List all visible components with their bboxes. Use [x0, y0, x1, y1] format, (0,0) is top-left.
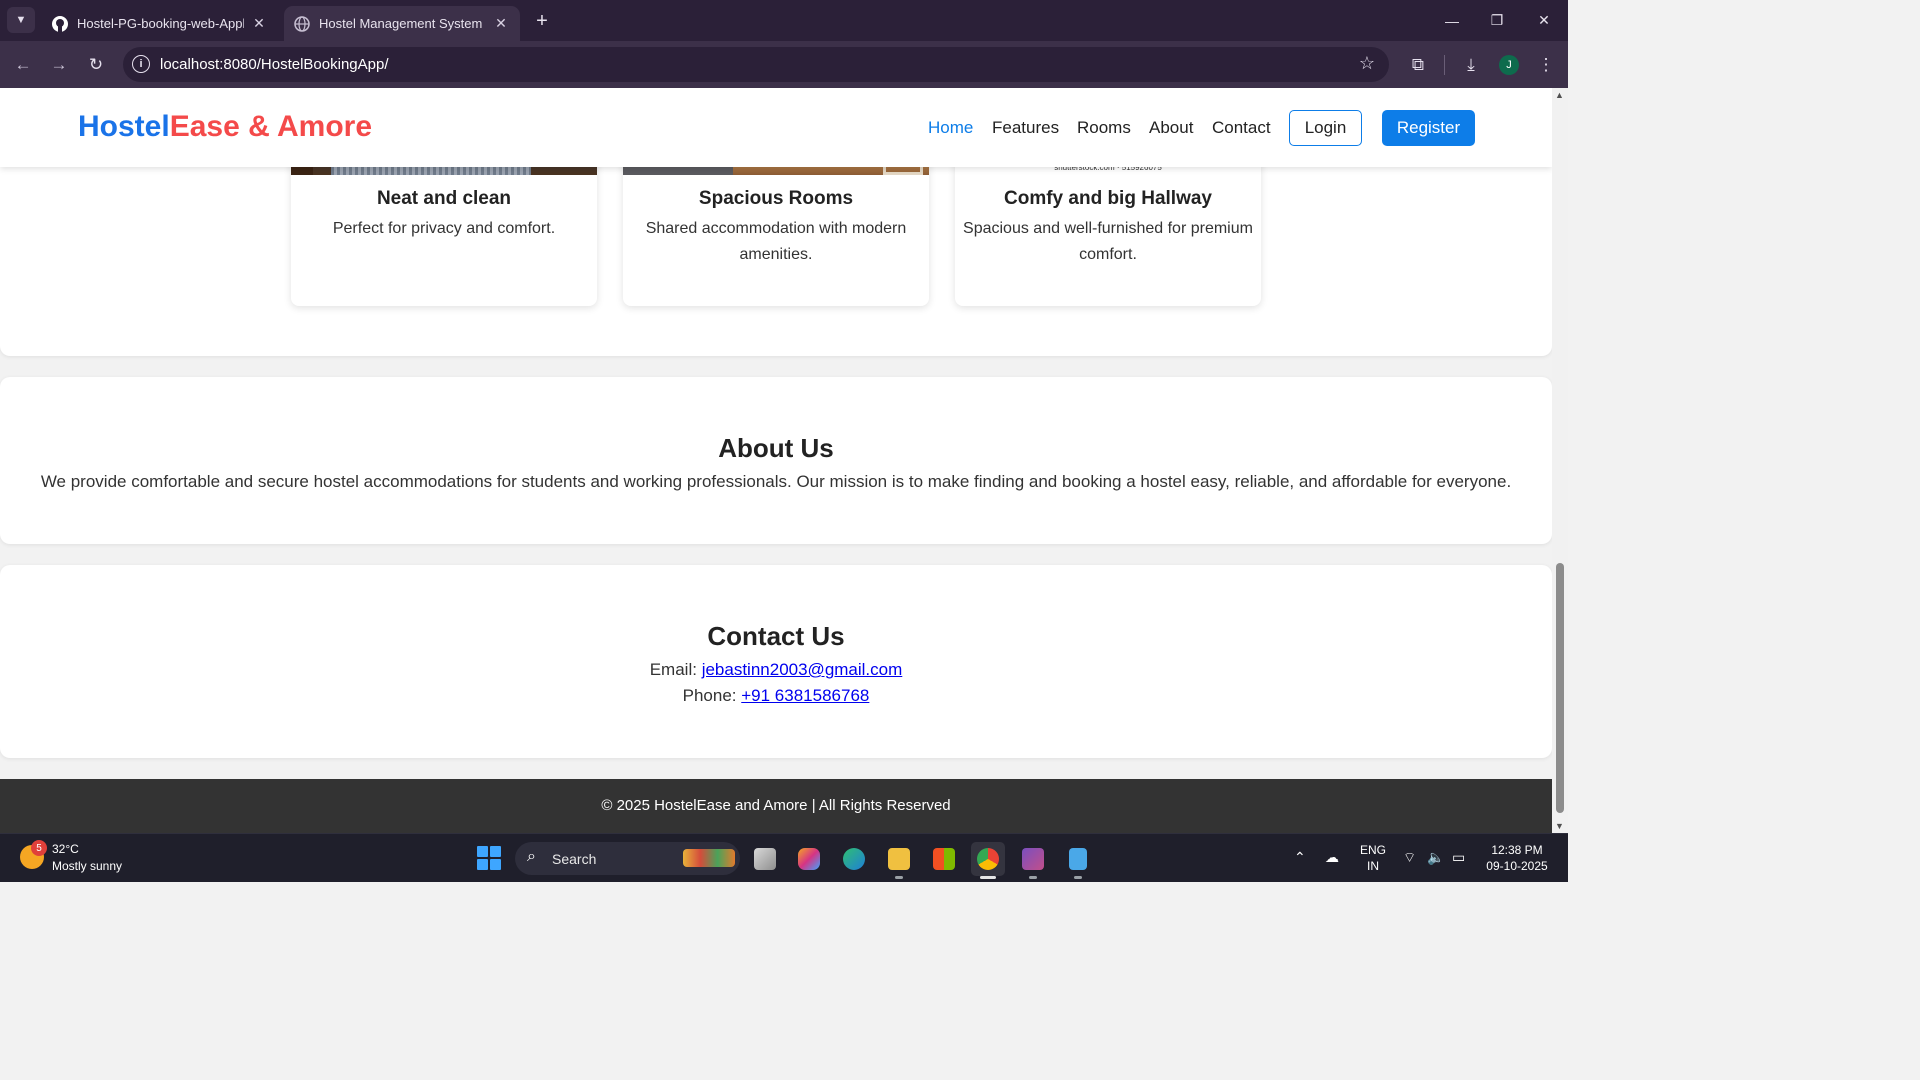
- weather-badge: 5: [31, 840, 47, 856]
- phone-label: Phone:: [682, 686, 737, 705]
- scroll-down-arrow-icon[interactable]: ▼: [1555, 821, 1564, 831]
- volume-icon[interactable]: 🔈: [1427, 849, 1444, 866]
- weather-temperature[interactable]: 32°C: [52, 842, 79, 856]
- toolbar-divider: [1444, 55, 1445, 75]
- wifi-icon[interactable]: ⌔: [1403, 849, 1416, 867]
- phone-link[interactable]: +91 6381586768: [741, 686, 869, 705]
- contact-heading: Contact Us: [707, 621, 845, 651]
- browser-menu-icon[interactable]: ⋮: [1533, 52, 1559, 78]
- download-icon[interactable]: ⤓: [1458, 52, 1484, 78]
- clock-date[interactable]: 09-10-2025: [1478, 859, 1556, 873]
- copilot-icon[interactable]: [792, 842, 826, 876]
- back-arrow-icon[interactable]: ←: [10, 52, 36, 78]
- about-text: We provide comfortable and secure hostel…: [40, 472, 1512, 491]
- reload-icon[interactable]: ↻: [83, 52, 109, 78]
- feature-card-text: Perfect for privacy and comfort.: [332, 220, 556, 237]
- new-tab-plus-icon[interactable]: +: [530, 9, 554, 33]
- task-view-icon[interactable]: [748, 842, 782, 876]
- tab-search-chevron-icon[interactable]: ▼: [7, 7, 35, 33]
- extensions-puzzle-icon[interactable]: ⧉: [1405, 52, 1431, 78]
- nav-link-about[interactable]: About: [1149, 118, 1193, 138]
- email-link[interactable]: jebastinn2003@gmail.com: [702, 660, 903, 679]
- region-indicator[interactable]: IN: [1358, 859, 1388, 873]
- site-footer: © 2025 HostelEase and Amore | All Rights…: [0, 779, 1552, 833]
- feature-card-text: Shared accommodation with modern ameniti…: [645, 220, 907, 263]
- contact-section: Contact Us Email: jebastinn2003@gmail.co…: [0, 565, 1552, 758]
- profile-avatar[interactable]: J: [1499, 55, 1519, 75]
- feature-card-text: Spacious and well-furnished for premium …: [963, 220, 1253, 263]
- nav-link-rooms[interactable]: Rooms: [1077, 118, 1131, 138]
- logo-part-hostel: Hostel: [78, 110, 170, 143]
- tab-title: Hostel Management System | H: [319, 16, 486, 31]
- tray-overflow-chevron-icon[interactable]: ⌃: [1294, 849, 1306, 866]
- browser-tab-hostel[interactable]: Hostel Management System | H ✕: [284, 6, 520, 41]
- address-bar[interactable]: i localhost:8080/HostelBookingApp/ ☆: [123, 47, 1389, 82]
- contact-email-line: Email: jebastinn2003@gmail.com: [0, 660, 1552, 680]
- file-explorer-icon[interactable]: [882, 842, 916, 879]
- browser-toolbar: ← → ↻ i localhost:8080/HostelBookingApp/…: [0, 41, 1568, 88]
- weather-description[interactable]: Mostly sunny: [52, 859, 122, 873]
- register-button[interactable]: Register: [1382, 110, 1475, 146]
- nav-link-features[interactable]: Features: [992, 118, 1059, 138]
- url-text[interactable]: localhost:8080/HostelBookingApp/: [160, 56, 389, 73]
- clock-time[interactable]: 12:38 PM: [1478, 843, 1556, 857]
- taskbar-search[interactable]: ⌕ Search: [515, 842, 740, 875]
- scrollbar-thumb[interactable]: [1556, 563, 1564, 813]
- about-heading: About Us: [718, 433, 834, 463]
- chrome-icon[interactable]: [971, 842, 1005, 879]
- tab-title: Hostel-PG-booking-web-Applic: [77, 16, 244, 31]
- browser-tab-github[interactable]: Hostel-PG-booking-web-Applic ✕: [42, 6, 278, 41]
- restore-icon[interactable]: ❐: [1474, 0, 1520, 41]
- tab-close-icon[interactable]: ✕: [250, 15, 268, 33]
- logo-part-ease-amore: Ease & Amore: [169, 110, 372, 143]
- os-taskbar: 5 32°C Mostly sunny ⌕ Search ⌃ ☁ ENG IN …: [0, 833, 1568, 882]
- edge-browser-icon[interactable]: [837, 842, 871, 876]
- language-indicator[interactable]: ENG: [1358, 843, 1388, 857]
- search-label: Search: [552, 851, 597, 867]
- globe-icon: [294, 15, 310, 32]
- minimize-icon[interactable]: —: [1429, 0, 1475, 41]
- browser-tab-bar: ▼ Hostel-PG-booking-web-Applic ✕ Hostel …: [0, 0, 1568, 41]
- footer-copyright: © 2025 HostelEase and Amore | All Rights…: [601, 797, 951, 814]
- search-icon: ⌕: [527, 848, 536, 865]
- feature-card-title: Comfy and big Hallway: [1004, 188, 1212, 209]
- contact-phone-line: Phone: +91 6381586768: [0, 686, 1552, 706]
- page-viewport: HostelEase & Amore Home Features Rooms A…: [0, 88, 1552, 833]
- windows-start-icon[interactable]: [477, 846, 501, 870]
- email-label: Email:: [649, 660, 697, 679]
- nav-link-home[interactable]: Home: [928, 118, 973, 138]
- tab-close-icon[interactable]: ✕: [492, 15, 510, 33]
- site-logo[interactable]: HostelEase & Amore: [78, 110, 372, 144]
- page-scrollbar[interactable]: ▲ ▼: [1552, 88, 1568, 833]
- site-header: HostelEase & Amore Home Features Rooms A…: [0, 88, 1552, 167]
- onedrive-cloud-icon[interactable]: ☁: [1325, 849, 1339, 866]
- login-button[interactable]: Login: [1289, 110, 1362, 146]
- feature-card-title: Neat and clean: [376, 188, 512, 209]
- app-icon[interactable]: [1016, 842, 1050, 879]
- about-section: About Us We provide comfortable and secu…: [0, 377, 1552, 544]
- feature-card-title: Spacious Rooms: [698, 188, 854, 209]
- github-icon: [52, 15, 68, 32]
- scroll-up-arrow-icon[interactable]: ▲: [1555, 90, 1564, 100]
- notepad-icon[interactable]: [1061, 842, 1095, 879]
- microsoft-store-icon[interactable]: [927, 842, 961, 876]
- forward-arrow-icon[interactable]: →: [46, 52, 72, 78]
- window-close-icon[interactable]: ✕: [1521, 0, 1567, 41]
- site-info-icon[interactable]: i: [132, 55, 150, 73]
- search-highlight-icon: [683, 849, 735, 867]
- nav-link-contact[interactable]: Contact: [1212, 118, 1271, 138]
- bookmark-star-icon[interactable]: ☆: [1359, 53, 1375, 74]
- battery-icon[interactable]: ▭: [1452, 849, 1465, 866]
